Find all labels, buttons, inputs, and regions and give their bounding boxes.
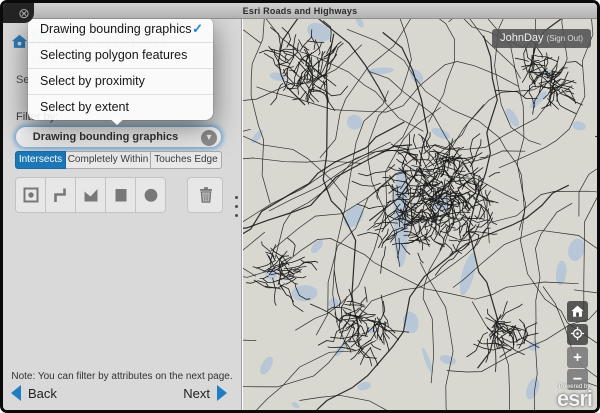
spatial-relation-tabs: Intersects Completely Within Touches Edg…: [15, 151, 222, 169]
clear-graphics-button[interactable]: [187, 177, 223, 213]
popover-caret: [107, 116, 127, 125]
menu-item-select-by-proximity[interactable]: Select by proximity: [28, 68, 213, 94]
menu-item-drawing-bounding-graphics[interactable]: Drawing bounding graphics ✓: [28, 17, 213, 42]
tab-completely-within[interactable]: Completely Within: [66, 151, 151, 169]
selection-method-dropdown[interactable]: Drawing bounding graphics ▾: [15, 126, 222, 148]
locate-icon: [570, 326, 585, 341]
trash-icon: [200, 187, 212, 202]
app-title: Esri Roads and Highways: [3, 6, 597, 16]
menu-item-selecting-polygon-features[interactable]: Selecting polygon features: [28, 42, 213, 68]
draw-circle-button[interactable]: [135, 177, 166, 213]
titlebar: Esri Roads and Highways: [3, 3, 597, 19]
chevron-left-icon: [11, 385, 21, 401]
sign-out-link[interactable]: (Sign Out): [547, 34, 583, 43]
home-icon: [571, 305, 584, 318]
draw-point-button[interactable]: [15, 177, 46, 213]
panel-resize-handle[interactable]: [233, 196, 239, 223]
note-text: Note: You can filter by attributes on th…: [3, 371, 241, 382]
tab-intersects[interactable]: Intersects: [15, 151, 66, 169]
back-button[interactable]: Back: [11, 385, 57, 401]
map-road-network: [243, 19, 597, 410]
map-locate-button[interactable]: [567, 324, 588, 345]
esri-logo: Powered by esri: [557, 384, 592, 410]
map-home-button[interactable]: [567, 301, 588, 322]
chevron-down-icon: ▾: [201, 130, 217, 146]
draw-rectangle-button[interactable]: [105, 177, 136, 213]
draw-polygon-button[interactable]: [75, 177, 106, 213]
chevron-right-icon: [217, 385, 227, 401]
app-window: Esri Roads and Highways ⊗ Mileage Report…: [0, 0, 600, 413]
menu-item-label: Select by extent: [40, 100, 129, 114]
zoom-in-button[interactable]: +: [567, 347, 588, 368]
dropdown-value: Drawing bounding graphics: [16, 131, 195, 143]
back-label: Back: [28, 386, 57, 401]
next-button[interactable]: Next: [183, 385, 227, 401]
home-icon: [11, 33, 28, 50]
menu-item-label: Selecting polygon features: [40, 48, 187, 62]
close-icon[interactable]: ⊗: [16, 5, 32, 21]
mileage-report-panel: Mileage Report Filter: All Routes Se Fil…: [3, 19, 242, 410]
esri-brand-text: esri: [557, 386, 592, 410]
menu-item-label: Select by proximity: [40, 74, 145, 88]
next-label: Next: [183, 386, 210, 401]
check-icon: ✓: [192, 22, 203, 35]
draw-polyline-button[interactable]: [45, 177, 76, 213]
user-name: JohnDay: [500, 32, 543, 44]
user-badge[interactable]: JohnDay (Sign Out): [492, 29, 591, 48]
menu-item-label: Drawing bounding graphics: [40, 22, 191, 36]
map-canvas[interactable]: JohnDay(Sign Out) + − Powered by esri: [243, 19, 597, 410]
tab-touches-edge[interactable]: Touches Edge: [151, 151, 222, 169]
selection-method-menu: Drawing bounding graphics ✓ Selecting po…: [28, 17, 213, 120]
